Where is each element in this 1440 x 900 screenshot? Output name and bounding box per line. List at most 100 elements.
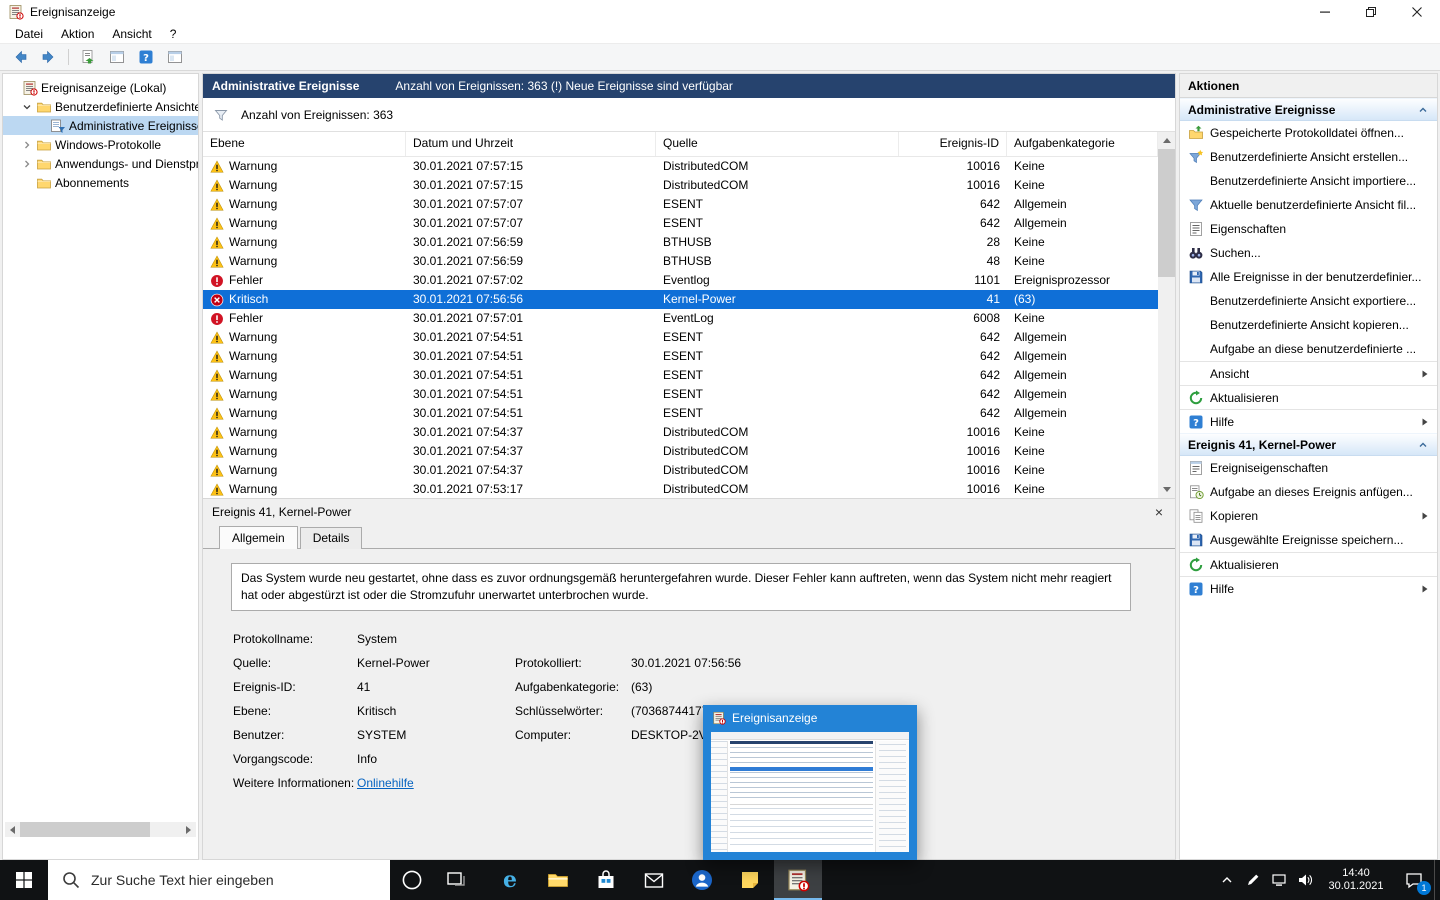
action-item-0-2[interactable]: Benutzerdefinierte Ansicht importiere... xyxy=(1180,169,1437,193)
event-row-5[interactable]: Warnung 30.01.2021 07:56:59 BTHUSB 48 Keine xyxy=(203,252,1158,271)
tray-button-pen-icon[interactable] xyxy=(1240,860,1266,900)
show-desktop-button[interactable] xyxy=(1434,860,1440,900)
scrollbar-thumb[interactable] xyxy=(20,822,150,837)
cortana-button[interactable] xyxy=(390,860,434,900)
event-row-7[interactable]: Kritisch 30.01.2021 07:56:56 Kernel-Power 4… xyxy=(203,290,1158,309)
action-section-header-0[interactable]: Administrative Ereignisse xyxy=(1180,98,1437,121)
action-item-1-0[interactable]: Ereigniseigenschaften xyxy=(1180,456,1437,480)
tree-item-0[interactable]: Ereignisanzeige (Lokal) xyxy=(3,78,198,97)
event-row-9[interactable]: Warnung 30.01.2021 07:54:51 ESENT 642 Allgem… xyxy=(203,328,1158,347)
chevron-collapsed-icon[interactable] xyxy=(21,139,33,151)
close-details-button[interactable]: × xyxy=(1155,505,1163,519)
taskbar-app-edge[interactable]: e xyxy=(486,860,534,900)
scroll-down-button[interactable] xyxy=(1158,481,1175,498)
task-view-button[interactable] xyxy=(434,860,478,900)
action-item-1-2[interactable]: Kopieren xyxy=(1180,504,1437,528)
events-vertical-scrollbar[interactable] xyxy=(1158,132,1175,498)
menu-item-1[interactable]: Aktion xyxy=(52,24,103,44)
action-item-1-1[interactable]: Aufgabe an dieses Ereignis anfügen... xyxy=(1180,480,1437,504)
taskbar-clock[interactable]: 14:40 30.01.2021 xyxy=(1318,867,1394,893)
event-row-14[interactable]: Warnung 30.01.2021 07:54:37 DistributedCOM… xyxy=(203,423,1158,442)
search-input[interactable] xyxy=(91,872,390,888)
taskbar-app-store[interactable] xyxy=(582,860,630,900)
action-item-0-12[interactable]: ? Hilfe xyxy=(1180,409,1437,433)
taskbar-app-people[interactable] xyxy=(678,860,726,900)
toolbar-button-console-window-icon[interactable] xyxy=(107,47,127,67)
tray-button-network-icon[interactable] xyxy=(1266,860,1292,900)
event-row-8[interactable]: Fehler 30.01.2021 07:57:01 EventLog 6008 Kei… xyxy=(203,309,1158,328)
tree-item-5[interactable]: Abonnements xyxy=(3,173,198,192)
preview-thumbnail[interactable] xyxy=(711,732,909,852)
tree-item-2[interactable]: Administrative Ereignisse xyxy=(3,116,198,135)
column-header-4[interactable]: Aufgabenkategorie xyxy=(1007,132,1158,156)
tray-button-volume-icon[interactable] xyxy=(1292,860,1318,900)
action-item-0-0[interactable]: Gespeicherte Protokolldatei öffnen... xyxy=(1180,121,1437,145)
collapse-up-icon[interactable] xyxy=(1417,104,1429,116)
action-item-1-3[interactable]: Ausgewählte Ereignisse speichern... xyxy=(1180,528,1437,552)
scroll-right-button[interactable] xyxy=(181,822,196,837)
event-row-3[interactable]: Warnung 30.01.2021 07:57:07 ESENT 642 Allgem… xyxy=(203,214,1158,233)
event-row-10[interactable]: Warnung 30.01.2021 07:54:51 ESENT 642 Allgem… xyxy=(203,347,1158,366)
tray-button-chevron-up-icon[interactable] xyxy=(1214,860,1240,900)
taskbar-thumbnail-preview[interactable]: Ereignisanzeige xyxy=(703,705,917,860)
action-item-0-5[interactable]: Suchen... xyxy=(1180,241,1437,265)
action-item-0-10[interactable]: Ansicht xyxy=(1180,361,1437,385)
tree-item-3[interactable]: Windows-Protokolle xyxy=(3,135,198,154)
taskbar-search[interactable] xyxy=(48,860,390,900)
action-item-0-6[interactable]: Alle Ereignisse in der benutzerdefinier.… xyxy=(1180,265,1437,289)
chevron-expanded-icon[interactable] xyxy=(21,101,33,113)
tree-horizontal-scrollbar[interactable] xyxy=(5,822,196,837)
toolbar-button-console-window-icon[interactable] xyxy=(165,47,185,67)
action-item-0-1[interactable]: Benutzerdefinierte Ansicht erstellen... xyxy=(1180,145,1437,169)
event-row-11[interactable]: Warnung 30.01.2021 07:54:51 ESENT 642 Allgem… xyxy=(203,366,1158,385)
menu-item-3[interactable]: ? xyxy=(161,24,186,44)
column-header-3[interactable]: Ereignis-ID xyxy=(899,132,1007,156)
event-row-2[interactable]: Warnung 30.01.2021 07:57:07 ESENT 642 Allgem… xyxy=(203,195,1158,214)
event-row-4[interactable]: Warnung 30.01.2021 07:56:59 BTHUSB 28 Keine xyxy=(203,233,1158,252)
event-row-1[interactable]: Warnung 30.01.2021 07:57:15 DistributedCOM… xyxy=(203,176,1158,195)
tab-0[interactable]: Allgemein xyxy=(219,526,298,549)
toolbar-button-back-icon[interactable] xyxy=(10,47,30,67)
minimize-button[interactable] xyxy=(1302,0,1348,24)
toolbar-button-help-icon[interactable]: ? xyxy=(136,47,156,67)
scrollbar-thumb[interactable] xyxy=(1158,149,1175,277)
taskbar-app-mail[interactable] xyxy=(630,860,678,900)
menu-item-0[interactable]: Datei xyxy=(6,24,52,44)
toolbar-button-forward-icon[interactable] xyxy=(39,47,59,67)
column-header-0[interactable]: Ebene xyxy=(203,132,406,156)
tree-item-4[interactable]: Anwendungs- und Dienstpro xyxy=(3,154,198,173)
event-row-13[interactable]: Warnung 30.01.2021 07:54:51 ESENT 642 Allgem… xyxy=(203,404,1158,423)
taskbar-app-event-viewer[interactable] xyxy=(774,860,822,900)
online-help-link[interactable]: Onlinehilfe xyxy=(357,776,515,790)
restore-button[interactable] xyxy=(1348,0,1394,24)
action-item-0-7[interactable]: Benutzerdefinierte Ansicht exportiere... xyxy=(1180,289,1437,313)
action-item-1-4[interactable]: Aktualisieren xyxy=(1180,552,1437,576)
start-button[interactable] xyxy=(0,860,48,900)
event-row-0[interactable]: Warnung 30.01.2021 07:57:15 DistributedCOM… xyxy=(203,157,1158,176)
tab-1[interactable]: Details xyxy=(299,527,363,549)
toolbar-button-export-doc-icon[interactable] xyxy=(78,47,98,67)
scroll-up-button[interactable] xyxy=(1158,132,1175,149)
action-item-0-11[interactable]: Aktualisieren xyxy=(1180,385,1437,409)
event-row-12[interactable]: Warnung 30.01.2021 07:54:51 ESENT 642 Allgem… xyxy=(203,385,1158,404)
chevron-collapsed-icon[interactable] xyxy=(21,158,33,170)
close-button[interactable] xyxy=(1394,0,1440,24)
collapse-up-icon[interactable] xyxy=(1417,439,1429,451)
title-bar[interactable]: Ereignisanzeige xyxy=(0,0,1440,24)
scroll-left-button[interactable] xyxy=(5,822,20,837)
taskbar-app-explorer[interactable] xyxy=(534,860,582,900)
tree-item-1[interactable]: Benutzerdefinierte Ansichten xyxy=(3,97,198,116)
event-row-6[interactable]: Fehler 30.01.2021 07:57:02 Eventlog 1101 Ere… xyxy=(203,271,1158,290)
column-header-1[interactable]: Datum und Uhrzeit xyxy=(406,132,656,156)
action-item-0-3[interactable]: Aktuelle benutzerdefinierte Ansicht fil.… xyxy=(1180,193,1437,217)
action-center-button[interactable]: 1 xyxy=(1394,860,1434,900)
action-item-0-8[interactable]: Benutzerdefinierte Ansicht kopieren... xyxy=(1180,313,1437,337)
action-section-header-1[interactable]: Ereignis 41, Kernel-Power xyxy=(1180,433,1437,456)
action-item-0-4[interactable]: Eigenschaften xyxy=(1180,217,1437,241)
action-item-1-5[interactable]: ? Hilfe xyxy=(1180,576,1437,600)
event-row-15[interactable]: Warnung 30.01.2021 07:54:37 DistributedCOM… xyxy=(203,442,1158,461)
event-row-16[interactable]: Warnung 30.01.2021 07:54:37 DistributedCOM… xyxy=(203,461,1158,480)
action-item-0-9[interactable]: Aufgabe an diese benutzerdefinierte ... xyxy=(1180,337,1437,361)
menu-item-2[interactable]: Ansicht xyxy=(103,24,160,44)
column-header-2[interactable]: Quelle xyxy=(656,132,899,156)
